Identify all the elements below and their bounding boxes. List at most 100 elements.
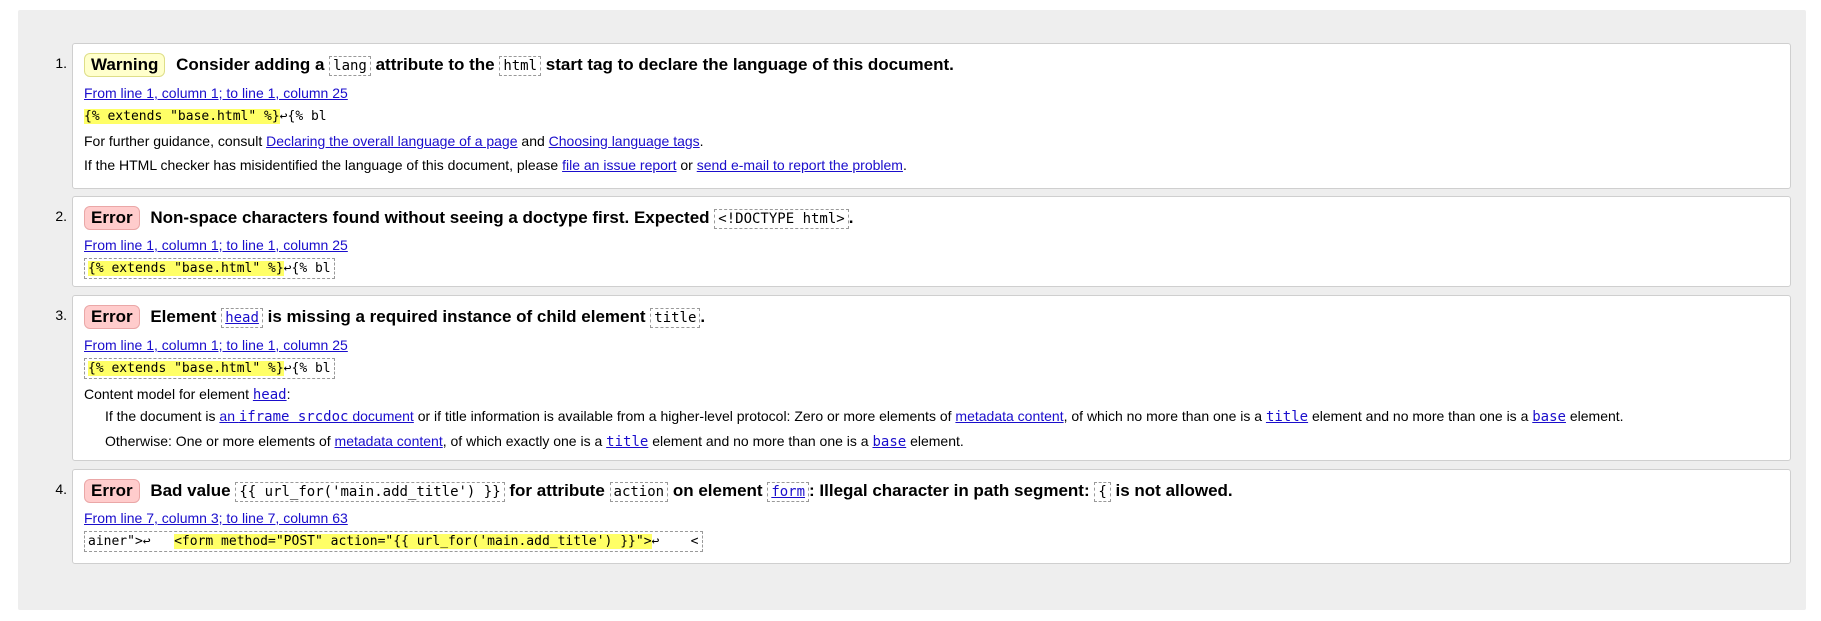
code-snippet: base xyxy=(872,434,907,450)
title-element-link[interactable]: title xyxy=(1265,408,1309,425)
content-model-text: Content model for element xyxy=(84,386,249,402)
extract-rest: ↩{% bl xyxy=(283,261,331,276)
message-item: 4. Error Bad value {{ url_for('main.add_… xyxy=(55,469,1791,564)
message-text: Non-space characters found without seein… xyxy=(150,208,710,227)
metadata-content-link[interactable]: metadata content xyxy=(955,408,1063,424)
extract-highlight: {% extends "base.html" %} xyxy=(88,361,284,376)
error-badge: Error xyxy=(84,206,140,230)
content-model-rule: If the document is an iframe srcdoc docu… xyxy=(105,408,1624,425)
head-element-link[interactable]: head xyxy=(252,386,287,403)
head-element-link[interactable]: head xyxy=(225,310,259,326)
location-link[interactable]: From line 7, column 3; to line 7, column… xyxy=(84,510,348,526)
rule-text: , of which exactly one is a xyxy=(442,433,603,449)
error-badge: Error xyxy=(84,305,140,329)
form-element-link[interactable]: form xyxy=(771,484,805,500)
location-link[interactable]: From line 1, column 1; to line 1, column… xyxy=(84,85,348,101)
guidance-text: . xyxy=(699,133,704,149)
base-element-link[interactable]: base xyxy=(872,433,907,450)
rule-text: element. xyxy=(910,433,964,449)
message-text: is missing a required instance of child … xyxy=(267,307,646,326)
rule-text: Otherwise: One or more elements of xyxy=(105,433,331,449)
misidentified-text: If the HTML checker has misidentified th… xyxy=(84,157,559,173)
message-item: 2. Error Non-space characters found with… xyxy=(55,196,1791,287)
send-email-link[interactable]: send e-mail to report the problem xyxy=(697,157,903,173)
message-text: . xyxy=(700,307,706,326)
rule-text: element and no more than one is a xyxy=(1311,408,1529,424)
code-snippet: form xyxy=(767,482,810,502)
message-heading: Error Non-space characters found without… xyxy=(84,206,853,230)
rule-text: element and no more than one is a xyxy=(652,433,869,449)
location-link[interactable]: From line 1, column 1; to line 1, column… xyxy=(84,337,348,353)
link-text: document xyxy=(352,408,414,424)
message-heading: Warning Consider adding a lang attribute… xyxy=(84,53,954,77)
content-model-rule: Otherwise: One or more elements of metad… xyxy=(105,433,964,450)
message-number: 4. xyxy=(55,481,67,497)
link-text: an xyxy=(219,408,235,424)
content-model-line: Content model for element head: xyxy=(84,386,290,403)
message-item: 3. Error Element head is missing a requi… xyxy=(55,295,1791,461)
location-link[interactable]: From line 1, column 1; to line 1, column… xyxy=(84,237,348,253)
message-text: start tag to declare the language of thi… xyxy=(545,55,954,74)
message-heading: Error Bad value {{ url_for('main.add_tit… xyxy=(84,479,1233,503)
extract-rest: ↩ < xyxy=(651,534,699,549)
code-snippet: <!DOCTYPE html> xyxy=(714,209,849,229)
message-text: Bad value xyxy=(150,481,231,500)
code-snippet: title xyxy=(1265,409,1309,425)
error-badge: Error xyxy=(84,479,140,503)
message-text: Consider adding a xyxy=(176,55,325,74)
code-snippet: html xyxy=(499,56,542,76)
message-number: 3. xyxy=(55,307,67,323)
metadata-content-link[interactable]: metadata content xyxy=(335,433,443,449)
message-heading: Error Element head is missing a required… xyxy=(84,305,705,329)
code-snippet: iframe srcdoc xyxy=(238,409,349,425)
source-extract: ainer">↩ <form method="POST" action="{{ … xyxy=(84,531,703,552)
code-snippet: { xyxy=(1094,482,1111,502)
message-text: is not allowed. xyxy=(1115,481,1233,500)
base-element-link[interactable]: base xyxy=(1532,408,1566,425)
message-text: for attribute xyxy=(509,481,605,500)
extract-pre: ainer">↩ xyxy=(88,534,175,549)
code-snippet: base xyxy=(1532,409,1566,425)
iframe-srcdoc-link[interactable]: an iframe srcdoc document xyxy=(219,408,414,425)
code-snippet: title xyxy=(606,434,649,450)
code-snippet: head xyxy=(221,308,263,328)
source-extract: {% extends "base.html" %}↩{% bl xyxy=(84,258,335,279)
message-text: Element xyxy=(150,307,217,326)
rule-text: If the document is xyxy=(105,408,216,424)
message-text: attribute to the xyxy=(375,55,495,74)
source-extract: {% extends "base.html" %}↩{% bl xyxy=(84,109,327,124)
message-number: 2. xyxy=(55,208,67,224)
message-item: 1. Warning Consider adding a lang attrib… xyxy=(55,43,1791,189)
extract-rest: ↩{% bl xyxy=(283,361,331,376)
message-text: on element xyxy=(672,481,763,500)
rule-text: , of which no more than one is a xyxy=(1063,408,1263,424)
misidentified-line: If the HTML checker has misidentified th… xyxy=(84,157,907,173)
guidance-text: and xyxy=(521,133,545,149)
guidance-link-tags[interactable]: Choosing language tags xyxy=(549,133,700,149)
guidance-text: For further guidance, consult xyxy=(84,133,263,149)
code-snippet: lang xyxy=(329,56,371,76)
extract-highlight: {% extends "base.html" %} xyxy=(88,261,284,276)
misidentified-text: or xyxy=(680,157,693,173)
rule-text: or if title information is available fro… xyxy=(417,408,952,424)
message-text: : Illegal character in path segment: xyxy=(809,481,1090,500)
message-text: . xyxy=(848,208,854,227)
extract-highlight: <form method="POST" action="{{ url_for('… xyxy=(174,534,652,549)
code-snippet: action xyxy=(609,482,669,502)
title-element-link[interactable]: title xyxy=(606,433,649,450)
guidance-link-language[interactable]: Declaring the overall language of a page xyxy=(266,133,517,149)
file-issue-link[interactable]: file an issue report xyxy=(562,157,676,173)
extract-highlight: {% extends "base.html" %} xyxy=(84,109,280,124)
misidentified-text: . xyxy=(902,157,907,173)
rule-text: element. xyxy=(1569,408,1624,424)
guidance-line: For further guidance, consult Declaring … xyxy=(84,133,704,149)
extract-rest: ↩{% bl xyxy=(279,109,327,124)
source-extract: {% extends "base.html" %}↩{% bl xyxy=(84,358,335,379)
code-snippet: head xyxy=(252,387,287,403)
code-snippet: title xyxy=(650,308,701,328)
message-number: 1. xyxy=(55,55,67,71)
code-snippet: {{ url_for('main.add_title') }} xyxy=(235,482,505,502)
warning-badge: Warning xyxy=(84,53,166,77)
results-panel: 1. Warning Consider adding a lang attrib… xyxy=(18,10,1806,610)
content-model-text: : xyxy=(286,386,291,402)
